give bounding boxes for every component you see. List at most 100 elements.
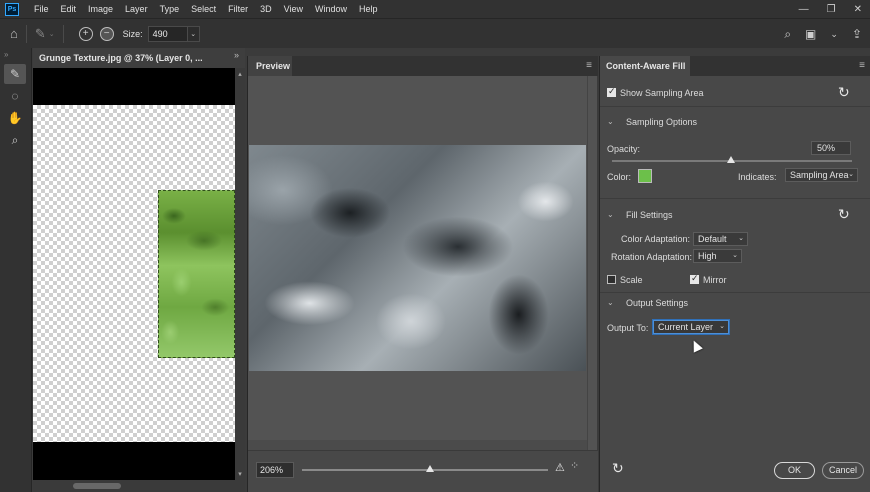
menu-image[interactable]: Image [82, 0, 119, 18]
chevron-down-icon[interactable]: ⌄ [607, 298, 614, 307]
tab-preview[interactable]: Preview [248, 56, 292, 76]
reset-sampling-area-icon[interactable]: ↻ [838, 84, 850, 101]
horizontal-scrollbar[interactable] [33, 480, 245, 492]
hand-tool-icon[interactable]: ✋ [4, 108, 26, 128]
chevron-down-icon: ⌄ [719, 323, 725, 330]
content-aware-fill-panel: Content-Aware Fill ≡ Show Sampling Area … [599, 56, 870, 492]
menu-select[interactable]: Select [185, 0, 222, 18]
menu-filter[interactable]: Filter [222, 0, 254, 18]
menu-3d[interactable]: 3D [254, 0, 278, 18]
scale-checkbox[interactable] [607, 275, 616, 284]
sampling-brush-preset-icon[interactable]: ✎ [35, 26, 46, 42]
rotation-adaptation-select[interactable]: High ⌄ [693, 249, 742, 263]
scale-label: Scale [620, 275, 643, 285]
home-icon[interactable]: ⌂ [10, 26, 18, 41]
divider [600, 292, 870, 293]
preview-zoom-bar: 206% ⚠ ⁘ [248, 450, 598, 492]
color-label: Color: [607, 172, 632, 182]
sampling-area-overlay[interactable] [158, 190, 235, 358]
chevron-down-icon[interactable]: ⌄ [607, 210, 614, 219]
zoom-tool-icon[interactable]: ⌕ [4, 130, 26, 150]
sampling-brush-tool-icon[interactable]: ✎ [4, 64, 26, 84]
panel-collapse-icon[interactable]: » [234, 50, 239, 60]
options-bar-right: ⌕ ▣ ⌄ ⇪ [784, 19, 862, 49]
window-controls: — ❐ ✕ [799, 0, 862, 18]
reset-all-icon[interactable]: ↻ [612, 460, 624, 477]
menu-items: File Edit Image Layer Type Select Filter… [28, 0, 384, 18]
menu-file[interactable]: File [28, 0, 55, 18]
tab-content-aware-fill[interactable]: Content-Aware Fill [600, 56, 690, 76]
minimize-icon[interactable]: — [799, 4, 809, 15]
show-sampling-area-checkbox[interactable] [607, 86, 616, 97]
panel-menu-icon[interactable]: ≡ [859, 60, 865, 71]
chevron-down-icon: ⌄ [732, 252, 738, 259]
scrollbar-thumb[interactable] [73, 483, 121, 489]
output-to-value: Current Layer [658, 322, 714, 332]
menu-bar: Ps File Edit Image Layer Type Select Fil… [0, 0, 870, 18]
share-icon[interactable]: ⇪ [852, 27, 862, 41]
lasso-tool-icon[interactable]: ◌ [4, 86, 26, 106]
output-to-label: Output To: [607, 323, 649, 333]
menu-window[interactable]: Window [309, 0, 353, 18]
sampling-color-swatch[interactable] [638, 169, 652, 183]
divider [62, 24, 64, 43]
panel-menu-icon[interactable]: ≡ [586, 60, 592, 71]
render-status-icon: ⁘ [570, 460, 580, 472]
output-to-select[interactable]: Current Layer ⌄ [653, 320, 729, 334]
show-sampling-area-label: Show Sampling Area [620, 88, 704, 98]
warning-icon[interactable]: ⚠ [555, 461, 565, 474]
mirror-checkbox[interactable] [690, 273, 699, 284]
chevron-down-icon[interactable]: ⌄ [49, 30, 55, 38]
menu-help[interactable]: Help [353, 0, 384, 18]
ok-button[interactable]: OK [774, 462, 815, 479]
restore-icon[interactable]: ❐ [827, 4, 836, 15]
document-tab[interactable]: Grunge Texture.jpg @ 37% (Layer 0, ... [33, 48, 245, 68]
cancel-button[interactable]: Cancel [822, 462, 864, 479]
scroll-up-icon[interactable]: ▴ [235, 70, 245, 78]
zoom-slider-thumb[interactable] [425, 465, 434, 472]
toolbox: » ✎ ◌ ✋ ⌕ [0, 48, 32, 492]
canvas-pasteboard-bottom [33, 442, 235, 480]
subtract-from-overlay-button[interactable]: − [99, 26, 114, 41]
opacity-slider-thumb[interactable] [727, 156, 735, 163]
toolbox-collapse-icon[interactable]: » [0, 48, 31, 62]
fill-settings-heading[interactable]: Fill Settings [626, 210, 673, 220]
opacity-input[interactable]: 50% [811, 141, 851, 155]
preview-horizontal-scrollbar[interactable] [248, 440, 587, 450]
divider [600, 198, 870, 199]
color-adaptation-value: Default [698, 234, 727, 244]
vertical-scrollbar[interactable]: ▴ ▾ [235, 68, 245, 480]
preview-vertical-scrollbar[interactable] [587, 76, 597, 452]
scroll-down-icon[interactable]: ▾ [235, 470, 245, 478]
caf-tab-bar: Content-Aware Fill ≡ [600, 56, 870, 76]
size-label: Size: [122, 28, 143, 39]
output-settings-heading[interactable]: Output Settings [626, 298, 688, 308]
preview-image[interactable] [249, 145, 586, 371]
chevron-down-icon: ⌄ [738, 235, 744, 242]
rotation-adaptation-label: Rotation Adaptation: [611, 252, 693, 262]
canvas-pasteboard-top [33, 68, 235, 105]
indicates-value: Sampling Area [790, 170, 849, 180]
workspace-icon[interactable]: ▣ [805, 27, 816, 41]
chevron-down-icon[interactable]: ⌄ [607, 117, 614, 126]
reset-fill-settings-icon[interactable]: ↻ [838, 206, 850, 223]
chevron-down-icon[interactable]: ⌄ [830, 29, 838, 40]
chevron-down-icon: ⌄ [848, 171, 854, 178]
zoom-input[interactable]: 206% [256, 462, 294, 478]
size-input[interactable]: 490 [147, 25, 188, 42]
color-adaptation-select[interactable]: Default ⌄ [693, 232, 748, 246]
indicates-label: Indicates: [738, 172, 777, 182]
photoshop-logo-icon[interactable]: Ps [5, 2, 19, 16]
sampling-options-heading[interactable]: Sampling Options [626, 117, 697, 127]
indicates-select[interactable]: Sampling Area ⌄ [785, 168, 858, 182]
menu-layer[interactable]: Layer [119, 0, 154, 18]
document-tab-title: Grunge Texture.jpg @ 37% (Layer 0, ... [39, 53, 203, 63]
menu-type[interactable]: Type [154, 0, 186, 18]
add-to-overlay-button[interactable]: + [78, 26, 93, 41]
close-icon[interactable]: ✕ [854, 4, 862, 15]
mirror-label: Mirror [703, 275, 727, 285]
size-dropdown-button[interactable]: ⌄ [187, 25, 200, 42]
menu-edit[interactable]: Edit [55, 0, 83, 18]
menu-view[interactable]: View [278, 0, 309, 18]
search-icon[interactable]: ⌕ [784, 27, 791, 42]
